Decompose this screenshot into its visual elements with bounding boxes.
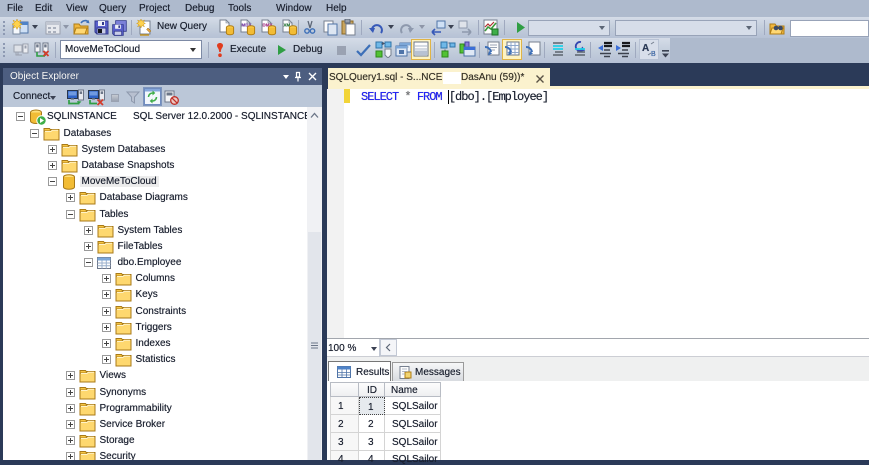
svg-text:A: A [642,43,649,54]
svg-text:B: B [651,51,656,58]
